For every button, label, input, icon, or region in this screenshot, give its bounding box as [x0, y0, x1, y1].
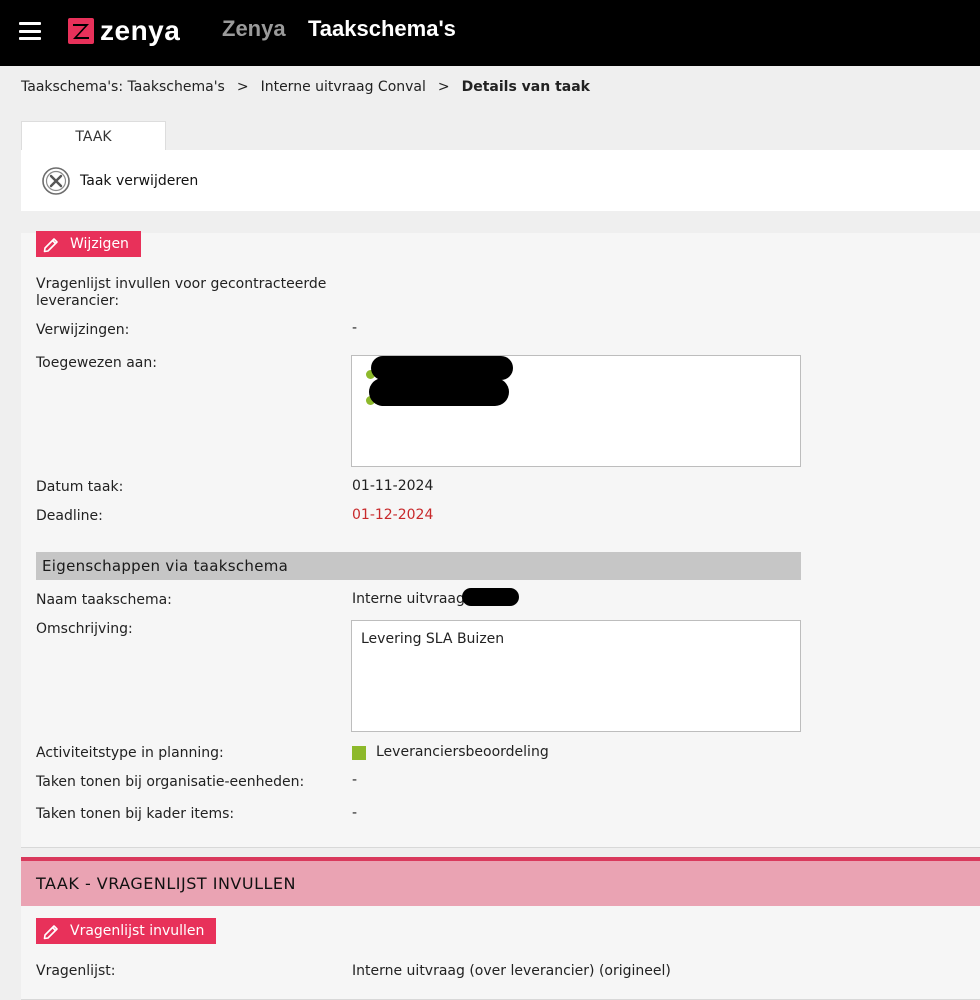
field-label-datum: Datum taak:	[36, 479, 124, 495]
breadcrumb: Taakschema's: Taakschema's > Interne uit…	[21, 79, 590, 95]
redacted-block	[369, 378, 509, 406]
field-label-verwijzingen: Verwijzingen:	[36, 322, 130, 338]
breadcrumb-item-current: Details van taak	[461, 79, 590, 95]
edit-button-label: Wijzigen	[70, 236, 129, 252]
field-label-kader: Taken tonen bij kader items:	[36, 806, 235, 822]
delete-circle-icon[interactable]	[41, 166, 71, 196]
assigned-to-box	[351, 355, 801, 467]
pencil-icon	[43, 238, 58, 253]
description-box: Levering SLA Buizen	[351, 620, 801, 732]
page-title: Taakschema's	[308, 16, 456, 41]
field-value-deadline: 01-12-2024	[352, 507, 434, 523]
edit-button[interactable]: Wijzigen	[36, 231, 141, 257]
field-label-organisatie: Taken tonen bij organisatie-eenheden:	[36, 774, 305, 790]
redacted-block	[462, 588, 519, 606]
toolbar: Taak verwijderen	[21, 150, 980, 211]
field-label-vragenlijst-naam: Vragenlijst:	[36, 963, 116, 979]
field-value-vragenlijst-naam: Interne uitvraag (over leverancier) (ori…	[352, 963, 671, 979]
logo[interactable]: zenya	[68, 15, 180, 47]
field-value-organisatie: -	[352, 772, 358, 788]
fill-questionnaire-label: Vragenlijst invullen	[70, 923, 205, 939]
app-name[interactable]: Zenya	[222, 16, 286, 42]
breadcrumb-separator: >	[236, 79, 249, 95]
field-value-datum: 01-11-2024	[352, 478, 434, 494]
field-value-verwijzingen: -	[352, 320, 358, 336]
breadcrumb-item-taakschemas[interactable]: Taakschema's: Taakschema's	[21, 79, 225, 95]
section-header-schema: Eigenschappen via taakschema	[36, 552, 801, 580]
field-label-activiteitstype: Activiteitstype in planning:	[36, 745, 224, 761]
logo-text: zenya	[100, 15, 181, 46]
zenya-logo-icon	[68, 18, 94, 44]
field-label-toegewezen: Toegewezen aan:	[36, 355, 157, 371]
breadcrumb-separator: >	[437, 79, 450, 95]
field-label-naam-taakschema: Naam taakschema:	[36, 592, 172, 608]
task-details-card: Wijzigen Vragenlijst invullen voor gecon…	[21, 231, 980, 848]
breadcrumb-item-interne-uitvraag[interactable]: Interne uitvraag Conval	[261, 79, 426, 95]
field-value-omschrijving: Levering SLA Buizen	[361, 631, 505, 647]
tab-taak[interactable]: TAAK	[21, 121, 166, 151]
top-bar: zenya Zenya Taakschema's	[0, 0, 980, 66]
field-value-kader: -	[352, 805, 358, 821]
questionnaire-card: Vragenlijst invullen Vragenlijst: Intern…	[21, 906, 980, 1000]
field-value-activiteitstype: Leveranciersbeoordeling	[376, 744, 549, 760]
field-label-vragenlijst: Vragenlijst invullen voor gecontracteerd…	[36, 276, 327, 309]
redacted-block	[371, 356, 513, 380]
field-label-deadline: Deadline:	[36, 508, 103, 524]
delete-task-button[interactable]: Taak verwijderen	[80, 173, 198, 189]
menu-icon[interactable]	[19, 22, 41, 40]
field-label-omschrijving: Omschrijving:	[36, 621, 133, 637]
field-value-naam-taakschema: Interne uitvraag	[352, 591, 465, 607]
pencil-icon	[43, 925, 58, 940]
section-header-vragenlijst: TAAK - VRAGENLIJST INVULLEN	[21, 857, 980, 906]
fill-questionnaire-button[interactable]: Vragenlijst invullen	[36, 918, 217, 944]
activity-color-swatch	[352, 746, 366, 760]
